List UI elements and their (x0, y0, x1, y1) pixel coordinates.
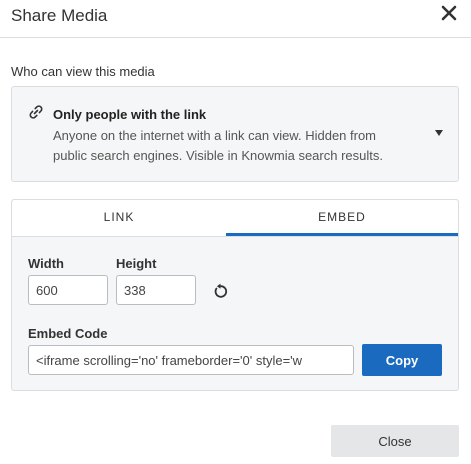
share-tabs: LINK EMBED (12, 200, 458, 237)
tab-link[interactable]: LINK (12, 200, 226, 236)
share-panel: LINK EMBED Width Height Embed Code Copy (11, 199, 459, 391)
visibility-option-description: Anyone on the internet with a link can v… (53, 128, 383, 163)
visibility-section-label: Who can view this media (11, 64, 155, 79)
embed-code-label: Embed Code (28, 326, 108, 341)
dialog-header: Share Media (0, 0, 471, 38)
height-label: Height (116, 256, 157, 271)
height-input[interactable] (116, 275, 196, 305)
close-button[interactable]: Close (331, 425, 459, 457)
chevron-down-icon (435, 130, 443, 136)
link-icon (29, 105, 43, 119)
width-input[interactable] (28, 275, 108, 305)
width-label: Width (28, 256, 64, 271)
reset-icon[interactable] (212, 283, 229, 300)
embed-code-input[interactable] (28, 345, 354, 375)
close-icon[interactable] (441, 5, 457, 21)
visibility-option-title: Only people with the link (53, 107, 207, 122)
copy-button[interactable]: Copy (362, 344, 442, 376)
visibility-dropdown[interactable]: Only people with the link Anyone on the … (11, 86, 459, 182)
tab-embed[interactable]: EMBED (226, 200, 458, 236)
dialog-title: Share Media (11, 6, 108, 25)
